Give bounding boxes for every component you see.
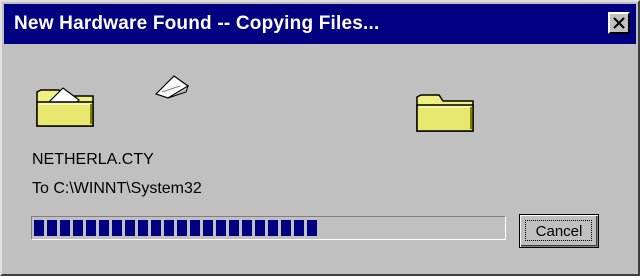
cancel-button[interactable]: Cancel — [519, 214, 599, 248]
flying-paper-icon — [154, 72, 190, 105]
title-bar[interactable]: New Hardware Found -- Copying Files... — [4, 4, 636, 44]
copy-progress-bar — [31, 216, 506, 240]
close-button[interactable] — [608, 12, 630, 34]
copying-file-name: NETHERLA.CTY — [32, 151, 154, 168]
progress-bar-fill — [34, 220, 317, 236]
folder-icon — [415, 87, 477, 138]
destination-path: To C:\WINNT\System32 — [32, 180, 202, 197]
window-title: New Hardware Found -- Copying Files... — [14, 13, 380, 34]
copy-files-dialog: New Hardware Found -- Copying Files... N… — [0, 0, 640, 276]
open-folder-with-paper-icon — [35, 82, 97, 133]
